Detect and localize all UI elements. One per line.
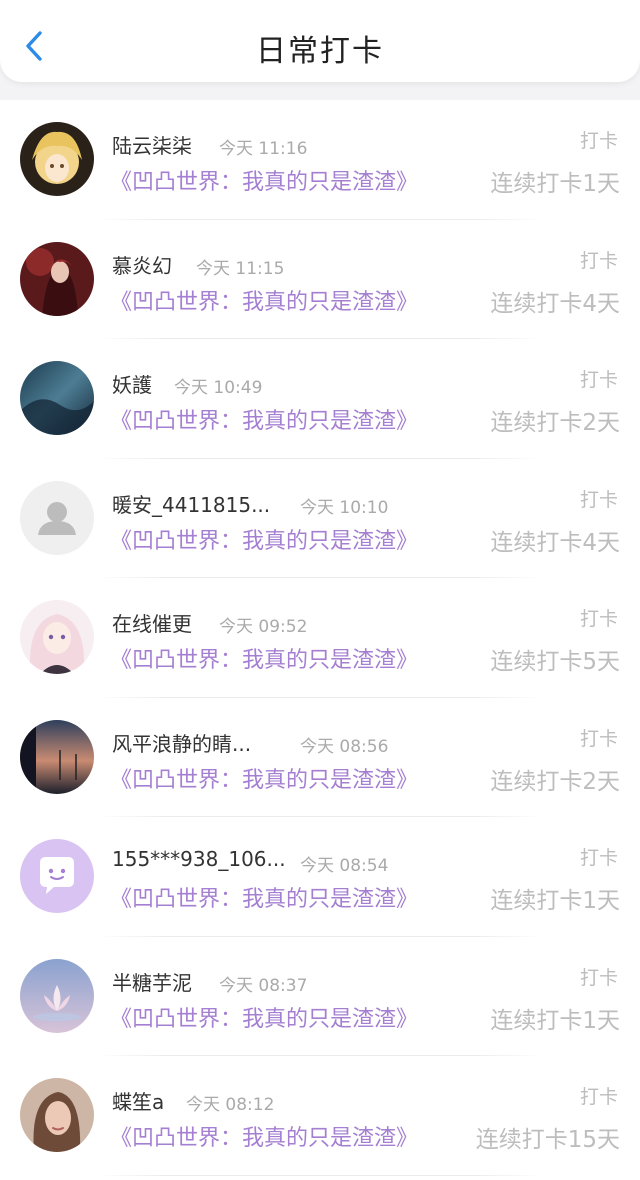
checkin-time: 今天 08:12 [186,1095,275,1115]
checkin-tag: 打卡 [579,488,618,511]
checkin-time: 今天 11:16 [219,139,308,159]
user-name[interactable]: 陆云柒柒 [112,130,192,159]
checkin-time: 今天 10:49 [174,378,263,398]
portrait-photo-avatar [20,1078,94,1152]
lotus-flower-avatar [20,958,94,1033]
user-name[interactable]: 155***938_106... [112,847,286,871]
checkin-tag: 打卡 [579,847,618,869]
checkin-tag: 打卡 [579,130,618,152]
chat-bubble-avatar [20,839,94,913]
user-avatar[interactable] [20,600,94,674]
night-sky-avatar [20,361,94,435]
anime-blonde-avatar [20,122,94,196]
streak-count: 连续打卡2天 [490,768,620,795]
page-title: 日常打卡 [256,34,384,69]
book-title-link[interactable]: 《凹凸世界：我真的只是渣渣》 [110,164,418,196]
checkin-row[interactable]: 陆云柒柒 今天 11:16 《凹凸世界：我真的只是渣渣》 打卡 连续打卡1天 [0,100,640,220]
anime-red-avatar [20,241,94,316]
user-name[interactable]: 慕炎幻 [112,250,172,279]
checkin-tag: 打卡 [579,608,618,630]
streak-count: 连续打卡4天 [490,290,620,317]
user-avatar[interactable] [20,241,94,316]
checkin-tag: 打卡 [579,369,618,391]
sunset-photo-avatar [20,719,94,794]
default-user-avatar [20,480,94,555]
checkin-row[interactable]: 155***938_106... 今天 08:54 《凹凸世界：我真的只是渣渣》… [0,817,640,937]
checkin-row[interactable]: 慕炎幻 今天 11:15 《凹凸世界：我真的只是渣渣》 打卡 连续打卡4天 [0,220,640,339]
user-avatar[interactable] [20,958,94,1033]
book-title-link[interactable]: 《凹凸世界：我真的只是渣渣》 [110,523,418,555]
checkin-tag: 打卡 [579,1086,618,1108]
user-name[interactable]: 蝶笙a [112,1086,164,1115]
book-title-link[interactable]: 《凹凸世界：我真的只是渣渣》 [110,1120,418,1152]
book-title-link[interactable]: 《凹凸世界：我真的只是渣渣》 [110,881,418,913]
book-title-link[interactable]: 《凹凸世界：我真的只是渣渣》 [110,284,418,316]
checkin-time: 今天 08:56 [300,736,389,757]
checkin-row[interactable]: 妖護 今天 10:49 《凹凸世界：我真的只是渣渣》 打卡 连续打卡2天 [0,339,640,459]
book-title-link[interactable]: 《凹凸世界：我真的只是渣渣》 [110,1001,418,1033]
checkin-row[interactable]: 暖安_4411815... 今天 10:10 《凹凸世界：我真的只是渣渣》 打卡… [0,459,640,578]
checkin-tag: 打卡 [579,727,618,750]
user-avatar[interactable] [20,1078,94,1152]
checkin-tag: 打卡 [579,966,618,989]
checkin-time: 今天 11:15 [196,258,285,279]
checkin-row[interactable]: 在线催更 今天 09:52 《凹凸世界：我真的只是渣渣》 打卡 连续打卡5天 [0,578,640,698]
user-name[interactable]: 暖安_4411815... [112,489,270,518]
top-bar: 日常打卡 [0,0,640,82]
checkin-time: 今天 08:37 [219,975,308,996]
checkin-tag: 打卡 [579,249,618,272]
checkin-time: 今天 08:54 [300,856,389,876]
user-avatar[interactable] [20,480,94,555]
user-avatar[interactable] [20,839,94,913]
user-name[interactable]: 风平浪静的睛... [112,728,251,757]
checkin-row[interactable]: 蝶笙a 今天 08:12 《凹凸世界：我真的只是渣渣》 打卡 连续打卡15天 [0,1056,640,1176]
user-name[interactable]: 妖護 [112,369,152,398]
checkin-row[interactable]: 半糖芋泥 今天 08:37 《凹凸世界：我真的只是渣渣》 打卡 连续打卡1天 [0,937,640,1056]
streak-count: 连续打卡1天 [490,1007,620,1034]
checkin-time: 今天 09:52 [219,617,308,637]
streak-count: 连续打卡2天 [490,410,620,436]
book-title-link[interactable]: 《凹凸世界：我真的只是渣渣》 [110,762,418,794]
user-name[interactable]: 半糖芋泥 [112,967,192,996]
user-name[interactable]: 在线催更 [112,608,192,637]
streak-count: 连续打卡1天 [490,171,620,197]
user-avatar[interactable] [20,361,94,435]
row-divider [96,1174,544,1176]
user-avatar[interactable] [20,719,94,794]
anime-pink-hair-avatar [20,600,94,674]
checkin-list: 陆云柒柒 今天 11:16 《凹凸世界：我真的只是渣渣》 打卡 连续打卡1天 慕… [0,100,640,1180]
user-avatar[interactable] [20,122,94,196]
checkin-row[interactable]: 风平浪静的睛... 今天 08:56 《凹凸世界：我真的只是渣渣》 打卡 连续打… [0,698,640,817]
book-title-link[interactable]: 《凹凸世界：我真的只是渣渣》 [110,642,418,674]
checkin-time: 今天 10:10 [300,497,389,518]
book-title-link[interactable]: 《凹凸世界：我真的只是渣渣》 [110,403,418,435]
streak-count: 连续打卡4天 [490,529,620,556]
streak-count: 连续打卡5天 [490,649,620,675]
streak-count: 连续打卡1天 [490,888,620,914]
streak-count: 连续打卡15天 [475,1127,620,1153]
